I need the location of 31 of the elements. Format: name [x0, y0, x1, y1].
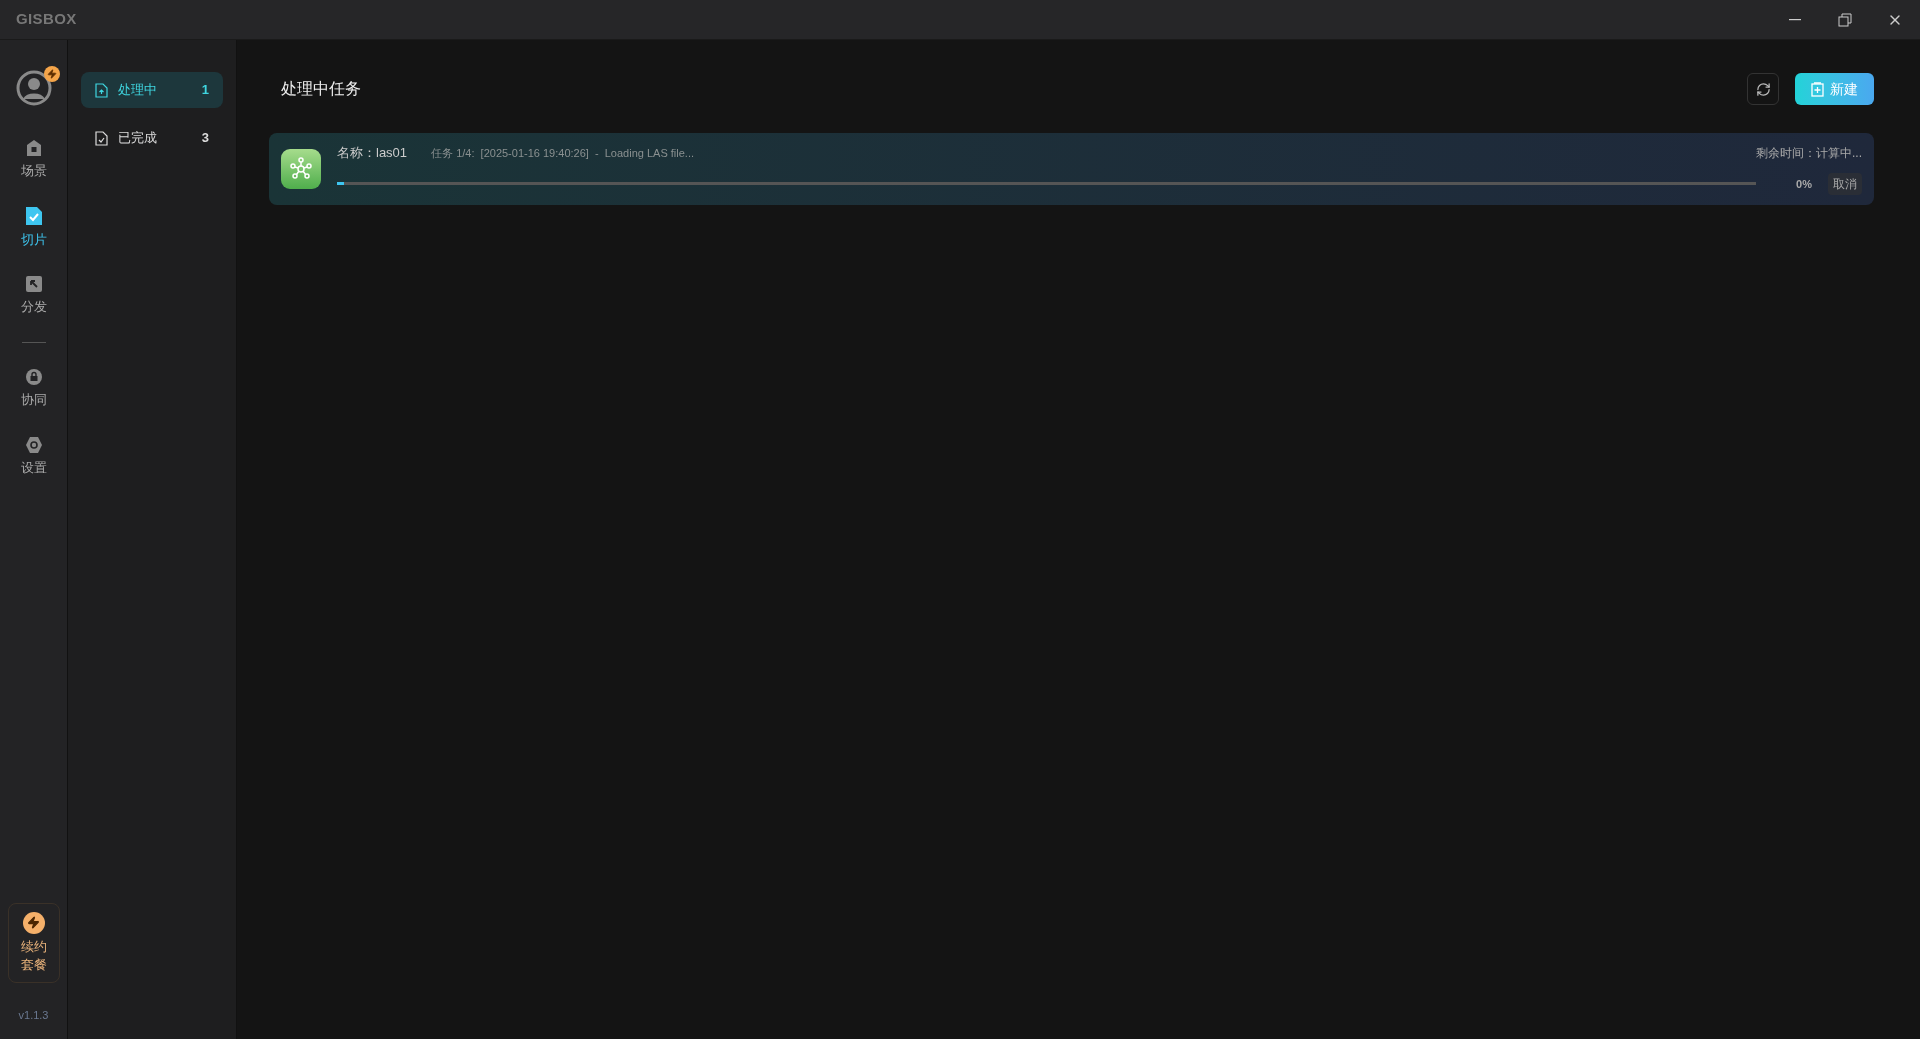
cancel-button[interactable]: 取消	[1828, 172, 1862, 195]
document-upload-icon	[95, 82, 108, 98]
app-logo: GISBOX	[16, 9, 77, 30]
rail-nav-item[interactable]: 场景	[5, 126, 62, 194]
refresh-icon	[1755, 81, 1771, 97]
house-icon	[24, 139, 43, 158]
page-title: 处理中任务	[281, 79, 361, 99]
avatar-icon[interactable]	[15, 70, 52, 106]
network-icon	[281, 149, 321, 189]
rail-nav-item[interactable]: 协同	[5, 355, 62, 423]
progress-percent: 0%	[1795, 176, 1812, 192]
refresh-button[interactable]	[1747, 73, 1779, 105]
arrow-up-left-icon	[24, 275, 43, 294]
sidebar-item[interactable]: 处理中 1	[81, 72, 223, 108]
gear-icon	[24, 436, 43, 455]
task-status: 任务 1/4: [2025-01-16 19:40:26] - Loading LAS file...	[431, 145, 695, 161]
document-check-icon	[95, 130, 108, 146]
document-check-icon	[24, 206, 43, 227]
rail-nav-item[interactable]: 设置	[5, 423, 62, 491]
sidebar-item[interactable]: 已完成 3	[81, 120, 223, 156]
lock-icon	[24, 368, 43, 387]
lightning-icon	[22, 911, 45, 934]
renew-plan-button[interactable]: 续约 套餐	[7, 902, 60, 983]
version-label: v1.1.3	[18, 1007, 49, 1023]
rail-nav-item[interactable]: 切片	[5, 194, 62, 262]
task-name: 名称：las01	[337, 144, 408, 163]
remaining-time: 剩余时间：计算中...	[1756, 145, 1862, 162]
add-file-icon	[1811, 81, 1824, 97]
rail-nav-item[interactable]: 分发	[5, 262, 62, 330]
restore-icon	[1838, 12, 1852, 27]
minimize-icon	[1789, 18, 1801, 21]
